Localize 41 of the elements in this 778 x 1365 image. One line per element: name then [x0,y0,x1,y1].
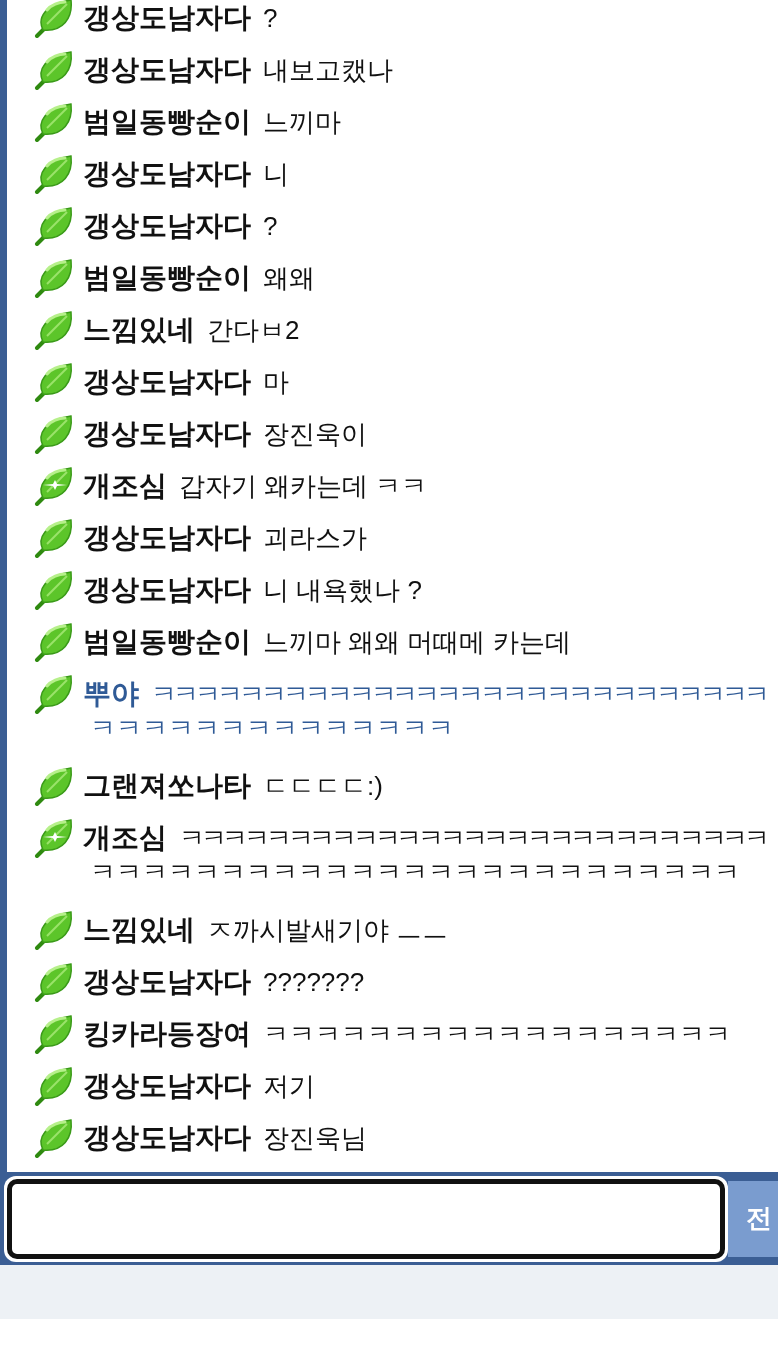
user-name[interactable]: 범일동빵순이 [83,621,251,663]
message-text: 장진욱님 [263,1121,367,1155]
user-name[interactable]: 갱상도남자다 [83,49,251,91]
user-name[interactable]: 느낌있네 [83,909,195,951]
user-name[interactable]: 느낌있네 [83,309,195,351]
message-text: ㅋㅋㅋㅋㅋㅋㅋㅋㅋㅋㅋㅋㅋㅋㅋㅋㅋㅋㅋㅋㅋㅋㅋㅋㅋㅋㅋㅋ [151,677,766,711]
message-text: ㅋㅋㅋㅋㅋㅋㅋㅋㅋㅋㅋㅋㅋㅋㅋㅋㅋㅋㅋㅋㅋㅋㅋㅋㅋㅋㅋ [179,821,766,855]
user-name[interactable]: 갱상도남자다 [83,1117,251,1159]
user-name[interactable]: 갱상도남자다 [83,361,251,403]
user-name[interactable]: 갱상도남자다 [83,569,251,611]
message-input[interactable] [7,1178,725,1259]
user-name[interactable]: 갱상도남자다 [83,413,251,455]
message-text: ㅈ까시발새기야 ㅡㅡ [207,913,449,947]
user-name[interactable]: 갱상도남자다 [83,0,251,39]
message-text: 니 [263,157,289,191]
message-text: 마 [263,365,289,399]
user-name[interactable]: 범일동빵순이 [83,101,251,143]
user-name[interactable]: 갱상도남자다 [83,1065,251,1107]
user-name[interactable]: 갱상도남자다 [83,961,251,1003]
message-text: ㅋㅋㅋㅋㅋㅋㅋㅋㅋㅋㅋㅋㅋㅋㅋㅋㅋㅋ [263,1017,731,1051]
message-text: 갑자기 왜카는데 ㅋㅋ [179,469,428,503]
message-text: ? [263,209,278,243]
message-text: 니 내욕했나 ? [263,573,422,607]
user-name[interactable]: 그랜져쏘나타 [83,765,251,807]
message-text: 괴라스가 [263,521,367,555]
user-name[interactable]: 범일동빵순이 [83,257,251,299]
message-text: 장진욱이 [263,417,367,451]
message-text: 느끼마 [263,105,341,139]
user-name[interactable]: 갱상도남자다 [83,153,251,195]
message-text: 왜왜 [263,261,315,295]
message-text: ? [263,1,278,35]
message-text: 저기 [263,1069,315,1103]
message-text: 간다ㅂ2 [207,313,300,347]
message-text: ??????? [263,965,365,999]
message-text: 내보고캤나 [263,53,393,87]
user-name[interactable]: 킹카라등장여 [83,1013,251,1055]
user-name[interactable]: 갱상도남자다 [83,205,251,247]
user-name[interactable]: 갱상도남자다 [83,517,251,559]
message-text: 느끼마 왜왜 머때메 카는데 [263,625,571,659]
user-name[interactable]: 개조심 [83,465,167,507]
message-text: ㄷㄷㄷㄷ:) [263,769,383,803]
